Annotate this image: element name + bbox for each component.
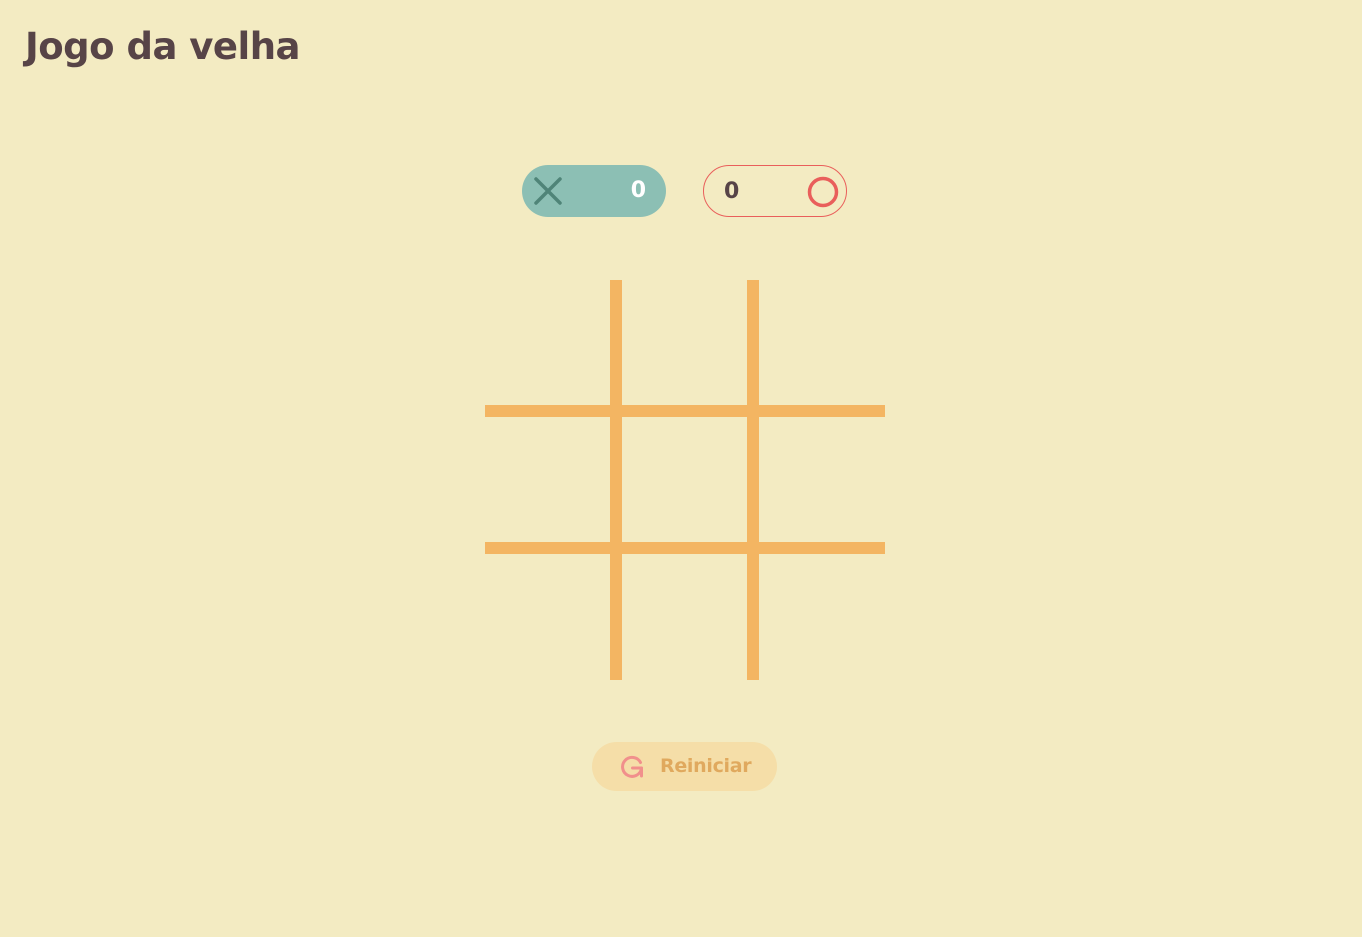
board-cell-2[interactable]	[610, 280, 747, 405]
o-ring-icon	[807, 176, 839, 208]
board-cell-5[interactable]	[610, 405, 747, 542]
score-x-badge: 0	[522, 165, 666, 217]
board-cell-1[interactable]	[485, 280, 610, 405]
restart-icon	[619, 754, 645, 780]
board-cell-9[interactable]	[747, 542, 885, 680]
x-mark-icon	[533, 176, 563, 206]
board-cell-8[interactable]	[610, 542, 747, 680]
score-x-value: 0	[630, 178, 646, 203]
restart-button[interactable]: Reiniciar	[592, 742, 777, 791]
board-cell-7[interactable]	[485, 542, 610, 680]
board-cell-6[interactable]	[747, 405, 885, 542]
game-board	[485, 280, 885, 680]
score-o-value: 0	[724, 179, 740, 204]
score-o-badge: 0	[703, 165, 847, 217]
board-cell-4[interactable]	[485, 405, 610, 542]
restart-label: Reiniciar	[660, 755, 752, 777]
board-cell-3[interactable]	[747, 280, 885, 405]
page-title: Jogo da velha	[25, 25, 301, 68]
